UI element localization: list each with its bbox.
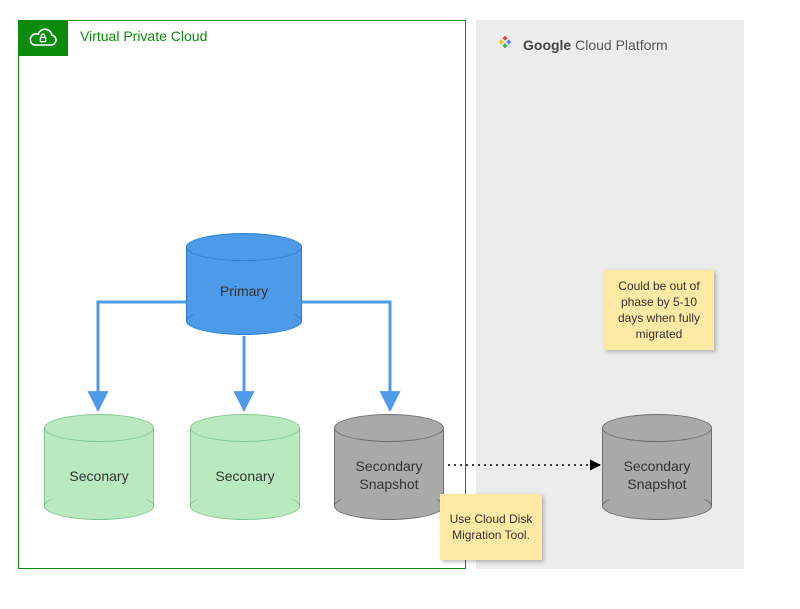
diagram-canvas: Google Cloud Platform Virtual Private Cl…: [0, 0, 800, 609]
node-snapshot-1-label: Secondary Snapshot: [334, 458, 444, 493]
node-seconary-2-label: Seconary: [190, 468, 300, 486]
cloud-lock-icon: [18, 20, 68, 56]
node-primary-label: Primary: [186, 283, 302, 301]
node-snapshot-1: Secondary Snapshot: [334, 414, 444, 520]
note-tool: Use Cloud Disk Migration Tool.: [440, 494, 542, 560]
gcp-logo-icon: [495, 32, 515, 57]
note-tool-text: Use Cloud Disk Migration Tool.: [446, 511, 536, 543]
vpc-title: Virtual Private Cloud: [80, 28, 207, 44]
node-seconary-1: Seconary: [44, 414, 154, 520]
gcp-header: Google Cloud Platform: [495, 32, 668, 57]
node-seconary-2: Seconary: [190, 414, 300, 520]
node-primary: Primary: [186, 233, 302, 335]
gcp-title: Google Cloud Platform: [523, 37, 668, 53]
node-snapshot-2-label: Secondary Snapshot: [602, 458, 712, 493]
node-snapshot-2: Secondary Snapshot: [602, 414, 712, 520]
node-seconary-1-label: Seconary: [44, 468, 154, 486]
note-phase-text: Could be out of phase by 5-10 days when …: [610, 278, 708, 343]
note-phase: Could be out of phase by 5-10 days when …: [604, 270, 714, 350]
